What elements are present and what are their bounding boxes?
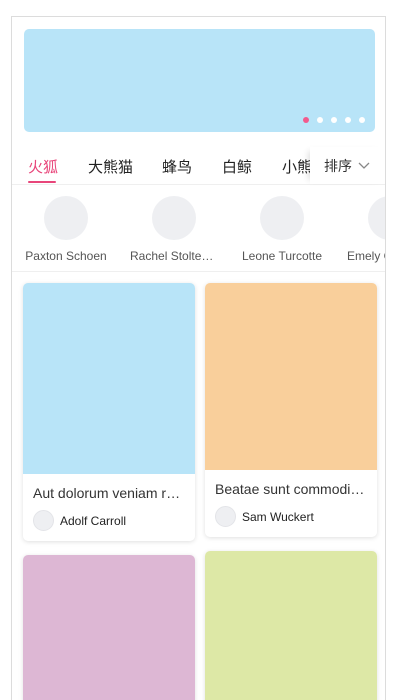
author-name: Adolf Carroll — [60, 513, 127, 528]
chevron-down-icon — [358, 162, 370, 169]
author-name: Sam Wuckert — [242, 509, 314, 524]
user-name: Emely G — [347, 249, 385, 263]
card-author[interactable]: Adolf Carroll — [33, 510, 185, 531]
card-image — [23, 555, 195, 700]
sort-label: 排序 — [324, 158, 352, 174]
carousel-dot[interactable] — [359, 117, 365, 123]
avatar — [44, 196, 88, 240]
post-card[interactable]: Beatae sunt commodi qui Sam Wuckert — [205, 283, 377, 537]
sort-button[interactable]: 排序 — [310, 147, 385, 184]
carousel-dot[interactable] — [345, 117, 351, 123]
avatar — [33, 510, 54, 531]
post-card[interactable] — [205, 551, 377, 700]
avatar — [152, 196, 196, 240]
avatar — [215, 506, 236, 527]
card-image — [205, 283, 377, 470]
card-title: Aut dolorum veniam rem — [33, 485, 185, 501]
tab-firefox[interactable]: 火狐 — [28, 156, 58, 177]
card-image — [23, 283, 195, 474]
user-item[interactable]: Emely G — [340, 185, 385, 263]
user-item[interactable]: Rachel Stoltenberg — [124, 185, 224, 263]
post-card[interactable] — [23, 555, 195, 700]
card-image — [205, 551, 377, 700]
user-name: Paxton Schoen — [25, 249, 107, 263]
card-title: Beatae sunt commodi qui — [215, 481, 367, 497]
category-tabs: 火狐 大熊猫 蜂鸟 白鲸 小熊 排序 — [12, 147, 385, 185]
card-author[interactable]: Sam Wuckert — [215, 506, 367, 527]
tab-giant-panda[interactable]: 大熊猫 — [88, 156, 133, 177]
avatar — [368, 196, 385, 240]
carousel-dot[interactable] — [303, 117, 309, 123]
tab-bear[interactable]: 小熊 — [282, 156, 312, 177]
active-tab-indicator — [28, 181, 56, 183]
carousel-dot[interactable] — [331, 117, 337, 123]
user-name: Leone Turcotte — [241, 249, 323, 263]
user-item[interactable]: Leone Turcotte — [232, 185, 332, 263]
tab-hummingbird[interactable]: 蜂鸟 — [162, 156, 192, 177]
user-name: Rachel Stoltenberg — [130, 249, 218, 263]
avatar — [260, 196, 304, 240]
banner-carousel[interactable] — [24, 29, 375, 132]
post-card[interactable]: Aut dolorum veniam rem Adolf Carroll — [23, 283, 195, 541]
user-item[interactable]: Paxton Schoen — [16, 185, 116, 263]
carousel-dot[interactable] — [317, 117, 323, 123]
carousel-indicators — [303, 117, 365, 123]
user-strip: Paxton Schoen Rachel Stoltenberg Leone T… — [12, 185, 385, 272]
tab-beluga[interactable]: 白鲸 — [222, 156, 252, 177]
app-frame: 火狐 大熊猫 蜂鸟 白鲸 小熊 排序 Paxton Schoen Rachel … — [11, 16, 386, 700]
